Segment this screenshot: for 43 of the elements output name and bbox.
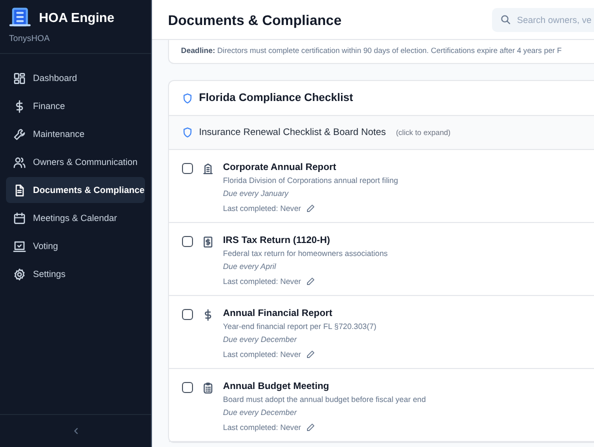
organization-name: TonysHOA <box>9 33 50 43</box>
pencil-icon[interactable] <box>306 277 316 286</box>
item-title: Annual Financial Report <box>223 307 332 320</box>
nav-item[interactable]: Finance <box>6 93 145 119</box>
nav-item[interactable]: Dashboard <box>6 65 145 91</box>
shield-icon <box>182 127 193 138</box>
pencil-icon[interactable] <box>306 204 316 213</box>
page-title: Documents & Compliance <box>168 12 342 28</box>
shield-icon <box>182 92 193 104</box>
item-title: Annual Budget Meeting <box>223 380 330 393</box>
checkbox[interactable] <box>182 163 193 174</box>
nav-item[interactable]: Meetings & Calendar <box>6 205 145 231</box>
search-bar[interactable]: Search owners, ve <box>492 8 594 32</box>
users-icon <box>13 156 26 168</box>
checkbox[interactable] <box>182 309 193 320</box>
insurance-title: Insurance Renewal Checklist & Board Notes <box>199 127 386 138</box>
checklist-title: Florida Compliance Checklist <box>199 92 354 104</box>
settings-icon <box>13 268 26 280</box>
wrench-icon <box>13 128 26 140</box>
nav-item[interactable]: Owners & Communication <box>6 149 145 175</box>
nav-item[interactable]: Maintenance <box>6 121 145 147</box>
ballot-icon <box>13 240 26 252</box>
search-icon <box>500 14 511 25</box>
dollar-icon <box>13 100 26 112</box>
app-name: HOA Engine <box>39 10 114 24</box>
item-title: Corporate Annual Report <box>223 161 336 174</box>
nav-item[interactable]: Voting <box>6 233 145 259</box>
building-icon <box>202 163 214 175</box>
pencil-icon[interactable] <box>306 350 316 359</box>
clipboard-icon <box>202 382 214 394</box>
nav-item[interactable]: Settings <box>6 261 145 287</box>
grid-icon <box>13 72 26 84</box>
document-icon <box>13 184 26 196</box>
checkbox[interactable] <box>182 236 193 247</box>
building-logo-icon <box>9 6 31 28</box>
dollar-icon <box>202 309 214 321</box>
nav-item[interactable]: Documents & Compliance <box>6 177 145 203</box>
item-title: IRS Tax Return (1120-H) <box>223 234 330 247</box>
receipt-dollar-icon <box>202 236 214 248</box>
search-field[interactable]: Search owners, ve <box>517 14 593 24</box>
pencil-icon[interactable] <box>306 423 316 432</box>
checkbox[interactable] <box>182 382 193 393</box>
calendar-icon <box>13 212 26 224</box>
